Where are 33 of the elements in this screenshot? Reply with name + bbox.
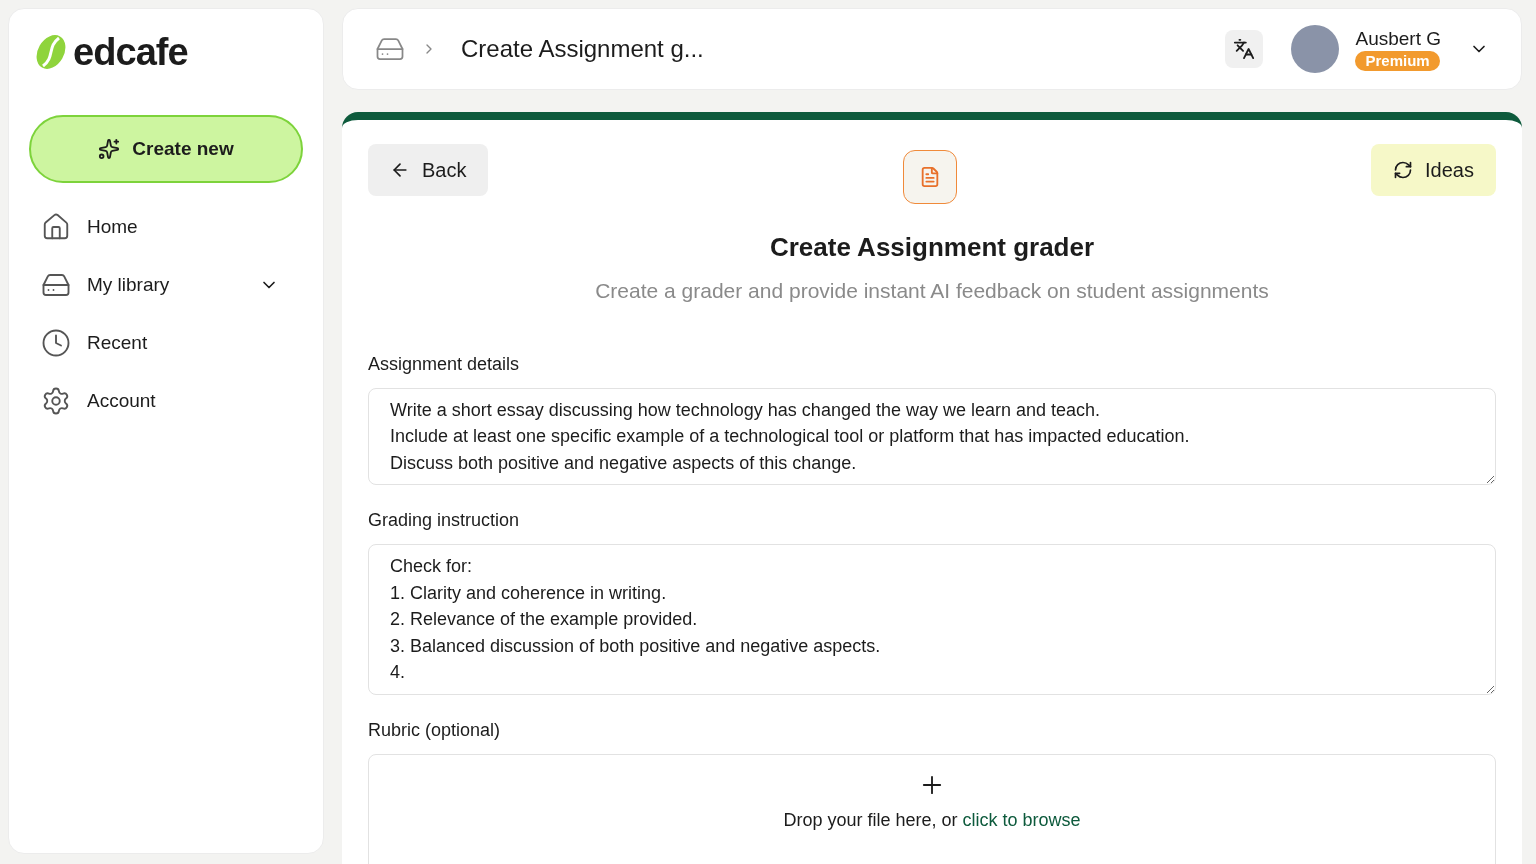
nav-item[interactable]: My library (29, 261, 303, 309)
browse-link[interactable]: click to browse (962, 809, 1081, 830)
nav-item[interactable]: Account (29, 377, 303, 425)
logo-text: edcafe (73, 33, 188, 71)
sparkle-icon (98, 138, 121, 160)
avatar[interactable] (1291, 25, 1340, 73)
page-subtitle: Create a grader and provide instant AI feedback on student assignments (594, 278, 1270, 304)
clock-icon (41, 328, 71, 358)
text-area[interactable]: Write a short essay discussing how technology has changed the way we learn and teach. Include at least one specific example of a technological tool or platform that has impacted education. Discuss both positive and negative aspects of this change. (368, 387, 1496, 485)
field-label: Grading instruction (368, 509, 521, 532)
breadcrumb-title: Create Assignment g... (461, 34, 704, 64)
field-label: Assignment details (368, 352, 521, 376)
drop-instructions: Drop your file here, or (783, 809, 959, 830)
premium-badge: Premium (1355, 51, 1440, 71)
nav-label: Home (87, 214, 138, 239)
create-new-button[interactable]: Create new (29, 115, 303, 183)
text-area[interactable]: Check for: 1. Clarity and coherence in writing. 2. Relevance of the example provided. 3. Balanced discussion of both positive and negative aspects. 4. (368, 544, 1496, 695)
user-name: Ausbert G (1355, 27, 1441, 51)
nav-item[interactable]: Home (29, 203, 303, 251)
page-title: Create Assignment grader (768, 231, 1096, 264)
back-button[interactable]: Back (368, 144, 489, 196)
nav-item[interactable]: Recent (29, 319, 303, 367)
nav-label: My library (87, 272, 170, 297)
translate-button[interactable] (1225, 30, 1264, 68)
nav-label: Recent (87, 330, 148, 355)
gear-icon (41, 386, 71, 416)
nav-label: Account (87, 388, 156, 413)
ideas-button[interactable]: Ideas (1371, 144, 1496, 196)
file-drop-zone[interactable]: Drop your file here, or click to browse (368, 753, 1496, 864)
field-label: Rubric (optional) (368, 718, 502, 742)
refresh-icon (1393, 160, 1414, 180)
house-icon (41, 212, 71, 242)
translate-icon (1233, 38, 1256, 60)
